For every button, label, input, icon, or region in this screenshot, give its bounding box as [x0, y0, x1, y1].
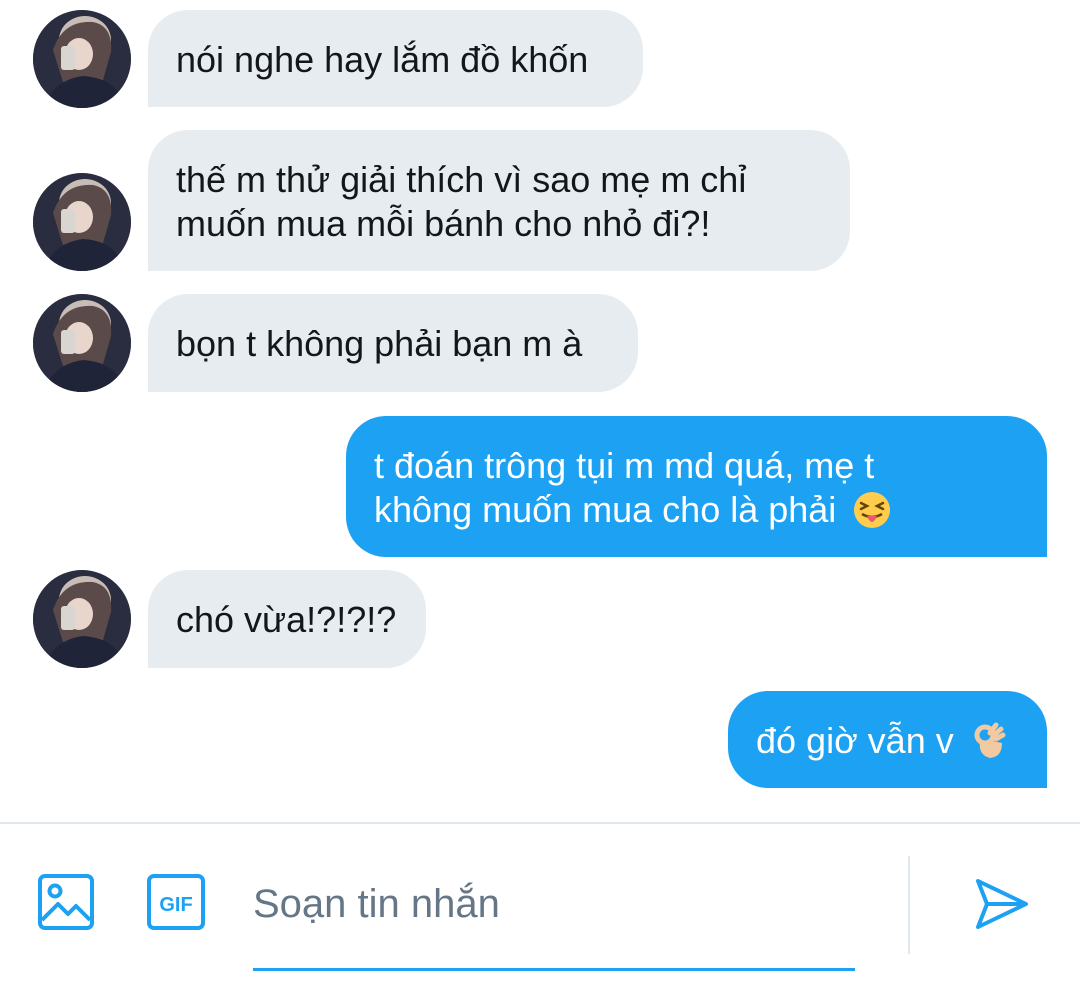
message-text-line: thế m thử giải thích vì sao mẹ m chỉ: [176, 159, 747, 200]
incoming-message[interactable]: bọn t không phải bạn m à: [148, 294, 638, 392]
ok-hand-emoji: [970, 721, 1010, 761]
divider: [908, 856, 910, 954]
message-input-wrapper: [253, 864, 855, 972]
message-text-line: không muốn mua cho là phải: [374, 489, 837, 530]
message-input[interactable]: [253, 864, 855, 944]
message-composer: GIF: [0, 822, 1080, 981]
message-text-line: muốn mua mỗi bánh cho nhỏ đi?!: [176, 203, 711, 244]
avatar[interactable]: [33, 173, 131, 271]
message-text: nói nghe hay lắm đồ khốn: [176, 39, 589, 80]
incoming-message[interactable]: chó vừa!?!?!?: [148, 570, 426, 668]
input-underline: [253, 968, 855, 971]
avatar[interactable]: [33, 10, 131, 108]
outgoing-message[interactable]: đó giờ vẫn v: [728, 691, 1047, 788]
message-text: bọn t không phải bạn m à: [176, 323, 583, 364]
conversation: nói nghe hay lắm đồ khốn thế m thử giải …: [0, 0, 1080, 822]
gif-icon[interactable]: GIF: [147, 874, 205, 930]
message-text-line: t đoán trông tụi m md quá, mẹ t: [374, 445, 875, 486]
incoming-message[interactable]: nói nghe hay lắm đồ khốn: [148, 10, 643, 107]
squinting-face-with-tongue-emoji: [852, 490, 892, 530]
avatar[interactable]: [33, 570, 131, 668]
gif-label: GIF: [159, 894, 192, 916]
send-icon[interactable]: [973, 876, 1031, 932]
outgoing-message[interactable]: t đoán trông tụi m md quá, mẹ t không mu…: [346, 416, 1047, 557]
message-text: chó vừa!?!?!?: [176, 599, 397, 640]
incoming-message[interactable]: thế m thử giải thích vì sao mẹ m chỉ muố…: [148, 130, 850, 271]
avatar[interactable]: [33, 294, 131, 392]
image-icon[interactable]: [38, 874, 94, 930]
message-text: đó giờ vẫn v: [756, 720, 954, 761]
